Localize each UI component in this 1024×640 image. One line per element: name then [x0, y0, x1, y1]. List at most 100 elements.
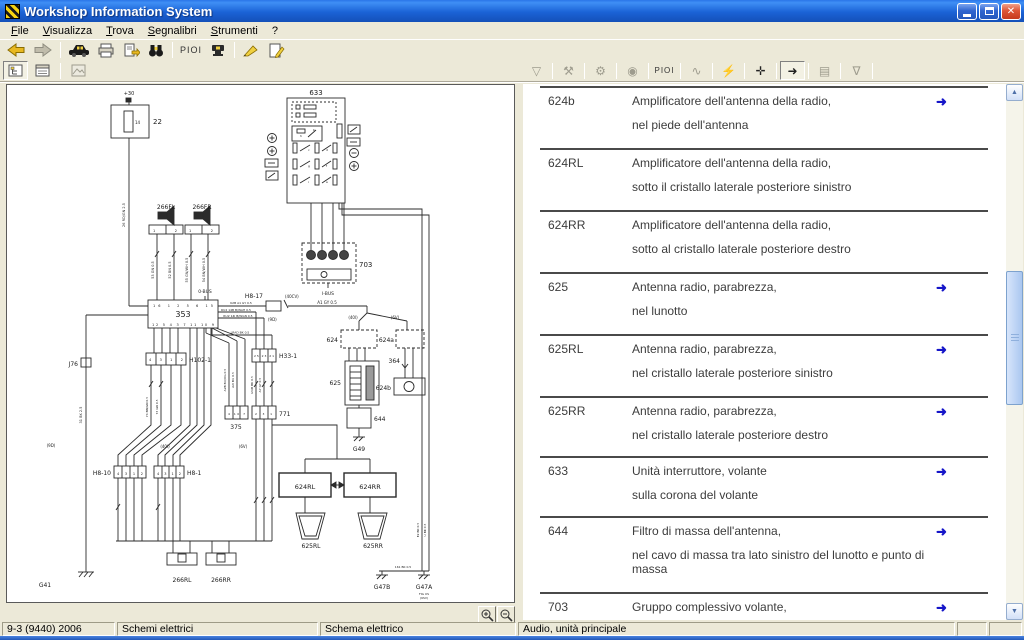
- jump-to-item-button[interactable]: ➜: [780, 61, 805, 80]
- component-624b[interactable]: [394, 378, 425, 395]
- pioi-button[interactable]: PIOI: [177, 40, 205, 60]
- edit-note-button[interactable]: [264, 40, 288, 60]
- back-button[interactable]: [3, 40, 29, 60]
- list-view-button[interactable]: [30, 61, 55, 80]
- pins-266fl: 1 2: [153, 229, 177, 233]
- monitor-button[interactable]: ▤: [812, 61, 837, 80]
- filter-funnel-button[interactable]: ▽: [524, 61, 549, 80]
- minimize-button[interactable]: [957, 3, 977, 20]
- part-code: 644: [548, 524, 632, 592]
- search-button[interactable]: [144, 40, 168, 60]
- label-353: 353: [175, 310, 190, 319]
- pan-move-button[interactable]: ✛: [748, 61, 773, 80]
- toolbar-separator: [808, 63, 809, 79]
- wire-label: A1 GY 0.5: [317, 300, 337, 305]
- menu-segnalibri[interactable]: Segnalibri: [141, 24, 204, 38]
- component-625[interactable]: [345, 361, 379, 405]
- highlighter-pen-icon: [242, 43, 260, 58]
- menu-strumenti[interactable]: Strumenti: [204, 24, 265, 38]
- contact-letter: d: [326, 148, 328, 152]
- goto-diagram-arrow-icon[interactable]: ➜: [936, 94, 988, 148]
- goto-diagram-arrow-icon[interactable]: ➜: [936, 342, 988, 396]
- connector-h8-17[interactable]: [266, 301, 281, 311]
- goto-diagram-arrow-icon[interactable]: ➜: [936, 524, 988, 592]
- pioi-button[interactable]: PIOI: [652, 61, 677, 80]
- vehicle-button[interactable]: [65, 40, 93, 60]
- parts-row[interactable]: 625RL Antenna radio, parabrezza, nel cri…: [540, 334, 988, 396]
- gears-button[interactable]: ⚙: [588, 61, 613, 80]
- zoom-out-button[interactable]: [497, 606, 515, 623]
- component-fuse-22[interactable]: [111, 105, 149, 138]
- binoculars-icon: [147, 43, 165, 58]
- component-625rr[interactable]: [358, 513, 387, 539]
- component-625rl[interactable]: [296, 513, 325, 539]
- document-export-icon: [123, 43, 140, 58]
- wheel-button[interactable]: ◉: [620, 61, 645, 80]
- component-644[interactable]: [347, 408, 371, 428]
- menu-file[interactable]: File: [4, 24, 36, 38]
- component-703[interactable]: [302, 243, 356, 283]
- highlighter-button[interactable]: [239, 40, 263, 60]
- wire-label: K2B A1 GY 0.5: [230, 301, 252, 305]
- parts-row[interactable]: 633 Unità interruttore, volante sulla co…: [540, 456, 988, 516]
- goto-diagram-arrow-icon[interactable]: ➜: [936, 600, 988, 620]
- list-scrollbar[interactable]: ▲ ▼: [1006, 84, 1023, 620]
- component-266rl[interactable]: [167, 541, 197, 565]
- zoom-in-button[interactable]: [478, 606, 496, 623]
- image-view-button[interactable]: [66, 61, 91, 80]
- wire-label: 26 RD/GN 2.5: [122, 203, 126, 227]
- goto-diagram-arrow-icon[interactable]: ➜: [936, 280, 988, 334]
- restore-button[interactable]: [979, 3, 999, 20]
- scroll-down-button[interactable]: ▼: [1006, 603, 1023, 620]
- part-desc-line2: sulla corona del volante: [632, 488, 936, 502]
- statusbar: 9-3 (9440) 2006 Schemi elettrici Schema …: [0, 622, 1024, 636]
- zoom-in-icon: [480, 608, 494, 622]
- scroll-up-button[interactable]: ▲: [1006, 84, 1023, 101]
- part-code: 625RL: [548, 342, 632, 396]
- label-h8-17: H8-17: [245, 293, 263, 300]
- goto-diagram-arrow-icon[interactable]: [936, 218, 988, 272]
- close-button[interactable]: ✕: [1001, 3, 1021, 20]
- component-624[interactable]: [341, 330, 377, 348]
- wiring-diagram-panel[interactable]: +30 22 14 266FL 266FR 633 353 0-BUS H8-1…: [6, 84, 515, 603]
- toolbar-separator: [616, 63, 617, 79]
- tree-view-button[interactable]: [3, 61, 28, 80]
- window-bottom-border: [0, 636, 1024, 640]
- toolbar-separator: [872, 63, 873, 79]
- parts-row[interactable]: 625 Antenna radio, parabrezza, nel lunot…: [540, 272, 988, 334]
- parts-list: 624b Amplificatore dell'antenna della ra…: [540, 86, 988, 620]
- parts-row[interactable]: 625RR Antenna radio, parabrezza, nel cri…: [540, 396, 988, 456]
- goto-diagram-arrow-icon[interactable]: [936, 156, 988, 210]
- wiring-diagram[interactable]: +30 22 14 266FL 266FR 633 353 0-BUS H8-1…: [7, 85, 514, 602]
- plug-button[interactable]: ⚡: [716, 61, 741, 80]
- export-document-button[interactable]: [119, 40, 143, 60]
- label-h102-1: H102-1: [189, 357, 211, 364]
- component-624a[interactable]: [396, 330, 424, 348]
- parts-row[interactable]: 644 Filtro di massa dell'antenna, nel ca…: [540, 516, 988, 592]
- titlebar[interactable]: Workshop Information System ✕: [0, 0, 1024, 22]
- component-633[interactable]: [287, 98, 345, 203]
- toolbar-separator: [744, 63, 745, 79]
- parts-row[interactable]: 624RL Amplificatore dell'antenna della r…: [540, 148, 988, 210]
- print-button[interactable]: [94, 40, 118, 60]
- note-pencil-icon: [268, 43, 285, 58]
- component-266rr[interactable]: [206, 541, 236, 565]
- ground-g41: [78, 572, 94, 577]
- parts-row[interactable]: 624b Amplificatore dell'antenna della ra…: [540, 86, 988, 148]
- connector-button[interactable]: ∿: [684, 61, 709, 80]
- menu-trova[interactable]: Trova: [99, 24, 141, 38]
- zoom-out-icon: [499, 608, 513, 622]
- goto-diagram-arrow-icon[interactable]: ➜: [936, 464, 988, 516]
- parts-row[interactable]: 624RR Amplificatore dell'antenna della r…: [540, 210, 988, 272]
- forward-button[interactable]: [30, 40, 56, 60]
- status-section: Schemi elettrici: [117, 622, 318, 636]
- pour-funnel-button[interactable]: ∇: [844, 61, 869, 80]
- scrollbar-thumb[interactable]: [1006, 271, 1023, 405]
- menu-visualizza[interactable]: Visualizza: [36, 24, 99, 38]
- parts-row[interactable]: 703 Gruppo complessivo volante, ➜: [540, 592, 988, 620]
- stamp-button[interactable]: [206, 40, 230, 60]
- menu-help[interactable]: ?: [265, 24, 285, 38]
- wrench-button[interactable]: ⚒: [556, 61, 581, 80]
- pins-h8-1: 4 3 1 2: [157, 472, 181, 476]
- goto-diagram-arrow-icon[interactable]: ➜: [936, 404, 988, 456]
